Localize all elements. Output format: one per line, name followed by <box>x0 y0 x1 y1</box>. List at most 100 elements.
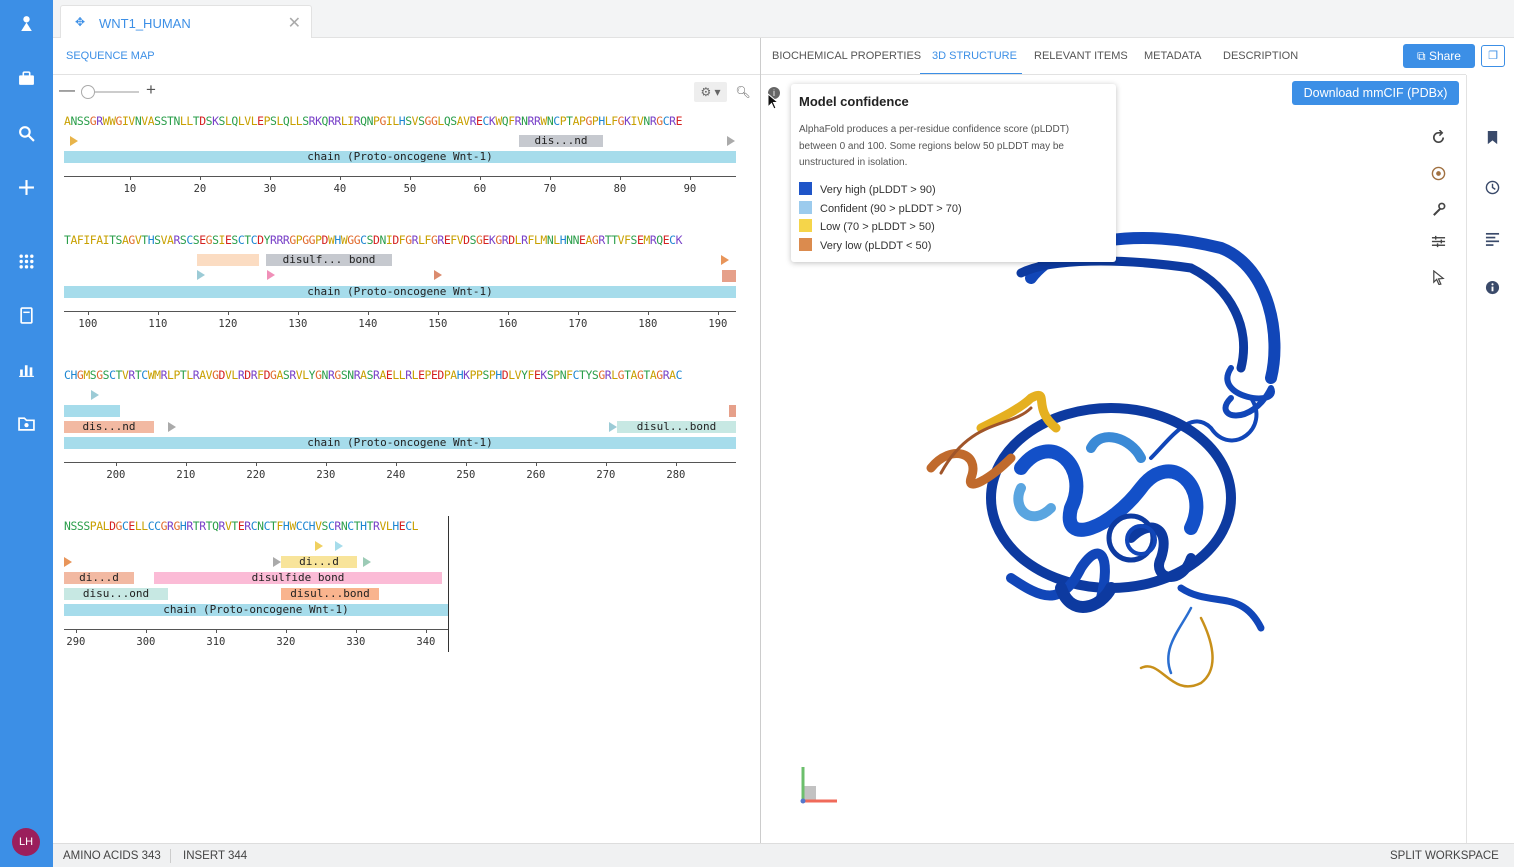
folder-icon[interactable] <box>13 410 40 437</box>
feature-marker[interactable] <box>434 270 442 280</box>
info-circle-icon[interactable] <box>1482 277 1502 297</box>
tab-3d-structure[interactable]: 3D STRUCTURE <box>932 50 1017 62</box>
residue[interactable]: C <box>676 368 683 382</box>
tab-description[interactable]: DESCRIPTION <box>1223 50 1298 62</box>
feature-disulfide-bond[interactable] <box>197 254 259 266</box>
axis-tick-mark <box>438 311 439 315</box>
feature-marker[interactable] <box>273 557 281 567</box>
feature-disulfide-bond[interactable]: di...d <box>64 572 134 584</box>
app-logo-icon[interactable] <box>13 10 40 37</box>
feature-marker[interactable] <box>70 136 78 146</box>
document-tab[interactable]: ✥ WNT1_HUMAN ✕ <box>60 5 312 39</box>
axis-tick-mark <box>186 462 187 466</box>
axis-tick-label: 260 <box>526 469 546 481</box>
feature-disulfide-bond[interactable]: disul...bond <box>617 421 736 433</box>
feature-disulfide-bond[interactable]: dis...nd <box>519 135 603 147</box>
feature-marker[interactable] <box>315 541 323 551</box>
feature-chain[interactable]: chain (Proto-oncogene Wnt-1) <box>64 604 448 616</box>
axis-tick-label: 210 <box>176 469 196 481</box>
axis-tick-label: 120 <box>218 318 238 330</box>
feature-chain[interactable]: chain (Proto-oncogene Wnt-1) <box>64 151 736 163</box>
tab-sequence-map[interactable]: SEQUENCE MAP <box>66 50 155 62</box>
feature-chain[interactable]: chain (Proto-oncogene Wnt-1) <box>64 437 736 449</box>
feature-marker[interactable] <box>197 270 205 280</box>
feature-disulfide-bond[interactable]: disu...ond <box>64 588 168 600</box>
share-button[interactable]: ⧉ Share <box>1403 44 1475 68</box>
residue[interactable]: E <box>676 114 683 128</box>
axis-tick-mark <box>578 311 579 315</box>
feature-marker[interactable] <box>727 136 735 146</box>
sequence-row-1[interactable]: ANSSGRWWGIVNVASSTNLLTDSKSLQLVLEPSLQLLSRK… <box>64 114 682 128</box>
download-mmcif-button[interactable]: Download mmCIF (PDBx) <box>1292 81 1459 105</box>
axis-tick-label: 270 <box>596 469 616 481</box>
sliders-icon[interactable] <box>1428 231 1448 251</box>
feature-chain[interactable]: chain (Proto-oncogene Wnt-1) <box>64 286 736 298</box>
legend-very-high: Very high (pLDDT > 90) <box>799 182 936 196</box>
axis-tick-mark <box>410 176 411 180</box>
axis-tick-mark <box>606 462 607 466</box>
axis-tick-label: 90 <box>683 183 697 195</box>
feature-marker[interactable] <box>64 557 72 567</box>
feature-marker[interactable] <box>721 255 729 265</box>
feature-marker[interactable] <box>168 422 176 432</box>
feature-marker[interactable] <box>609 422 617 432</box>
axis-tick-label: 340 <box>416 636 436 648</box>
axis-tick-mark <box>536 462 537 466</box>
zoom-slider-handle[interactable] <box>81 85 95 99</box>
search-icon[interactable] <box>13 120 40 147</box>
settings-dropdown-button[interactable]: ⚙ ▾ <box>694 82 727 102</box>
reset-rotation-icon[interactable] <box>1428 127 1448 147</box>
user-avatar[interactable]: LH <box>12 828 40 856</box>
briefcase-icon[interactable] <box>13 65 40 92</box>
position-axis <box>64 629 448 630</box>
history-clock-icon[interactable] <box>1482 177 1502 197</box>
document-tab-bar: ✥ WNT1_HUMAN ✕ <box>53 0 1514 39</box>
axis-tick-mark <box>508 311 509 315</box>
left-nav: LH <box>0 0 53 867</box>
feature-marker[interactable] <box>91 390 99 400</box>
apps-grid-icon[interactable] <box>13 248 40 275</box>
notebook-icon[interactable] <box>13 302 40 329</box>
residue[interactable]: K <box>676 233 683 247</box>
feature-marker[interactable] <box>722 270 736 282</box>
bar-chart-icon[interactable] <box>13 356 40 383</box>
pointer-select-icon[interactable] <box>1428 267 1448 287</box>
tab-metadata[interactable]: METADATA <box>1144 50 1201 62</box>
feature-disulfide-bond[interactable]: disulfide bond <box>154 572 442 584</box>
legend-label: Confident (90 > pLDDT > 70) <box>820 203 962 215</box>
feature-disulfide-bond[interactable]: di...d <box>281 556 357 568</box>
feature-marker[interactable] <box>363 557 371 567</box>
feature-marker[interactable] <box>729 405 736 417</box>
tab-relevant-items[interactable]: RELEVANT ITEMS <box>1034 50 1128 62</box>
zoom-in-icon[interactable]: + <box>146 80 156 100</box>
axis-tick-mark <box>228 311 229 315</box>
feature-region[interactable] <box>64 405 120 417</box>
plus-icon[interactable] <box>13 174 40 201</box>
sequence-row-2[interactable]: TAFIFAITSAGVTHSVARSCSEGSIESCTCDYRRRGPGGP… <box>64 233 682 247</box>
feature-disulfide-bond[interactable]: disul...bond <box>281 588 379 600</box>
feature-marker[interactable] <box>335 541 343 551</box>
tab-biochemical-properties[interactable]: BIOCHEMICAL PROPERTIES <box>772 50 921 62</box>
residue[interactable]: L <box>412 519 419 533</box>
feature-marker[interactable] <box>267 270 275 280</box>
axis-tick-mark <box>466 462 467 466</box>
wrench-icon[interactable] <box>1428 199 1448 219</box>
feature-disulfide-bond[interactable]: disulf... bond <box>266 254 392 266</box>
zoom-out-icon[interactable]: — <box>59 82 75 100</box>
split-workspace-button[interactable]: SPLIT WORKSPACE <box>1390 850 1499 862</box>
duplicate-window-icon[interactable]: ❐ <box>1481 45 1505 67</box>
sequence-search-icon[interactable]: 🔍︎ <box>733 82 753 102</box>
camera-aperture-icon[interactable] <box>1428 163 1448 183</box>
axis-tick-label: 240 <box>386 469 406 481</box>
axis-tick-mark <box>690 176 691 180</box>
axis-tick-mark <box>146 629 147 633</box>
sequence-row-4[interactable]: NSSSPALDGCELLCCGRGHRTRTQRVTERCNCTFHWCCHV… <box>64 519 419 533</box>
align-left-icon[interactable] <box>1482 228 1502 248</box>
axis-tick-label: 130 <box>288 318 308 330</box>
bookmark-icon[interactable] <box>1482 127 1502 147</box>
close-tab-icon[interactable]: ✕ <box>288 13 301 33</box>
feature-disulfide-bond[interactable]: dis...nd <box>64 421 154 433</box>
sequence-row-3[interactable]: CHGMSGSCTVRTCWMRLPTLRAVGDVLRDRFDGASRVLYG… <box>64 368 682 382</box>
share-button-label: Share <box>1428 49 1461 63</box>
protein-3d-structure[interactable] <box>911 228 1311 688</box>
